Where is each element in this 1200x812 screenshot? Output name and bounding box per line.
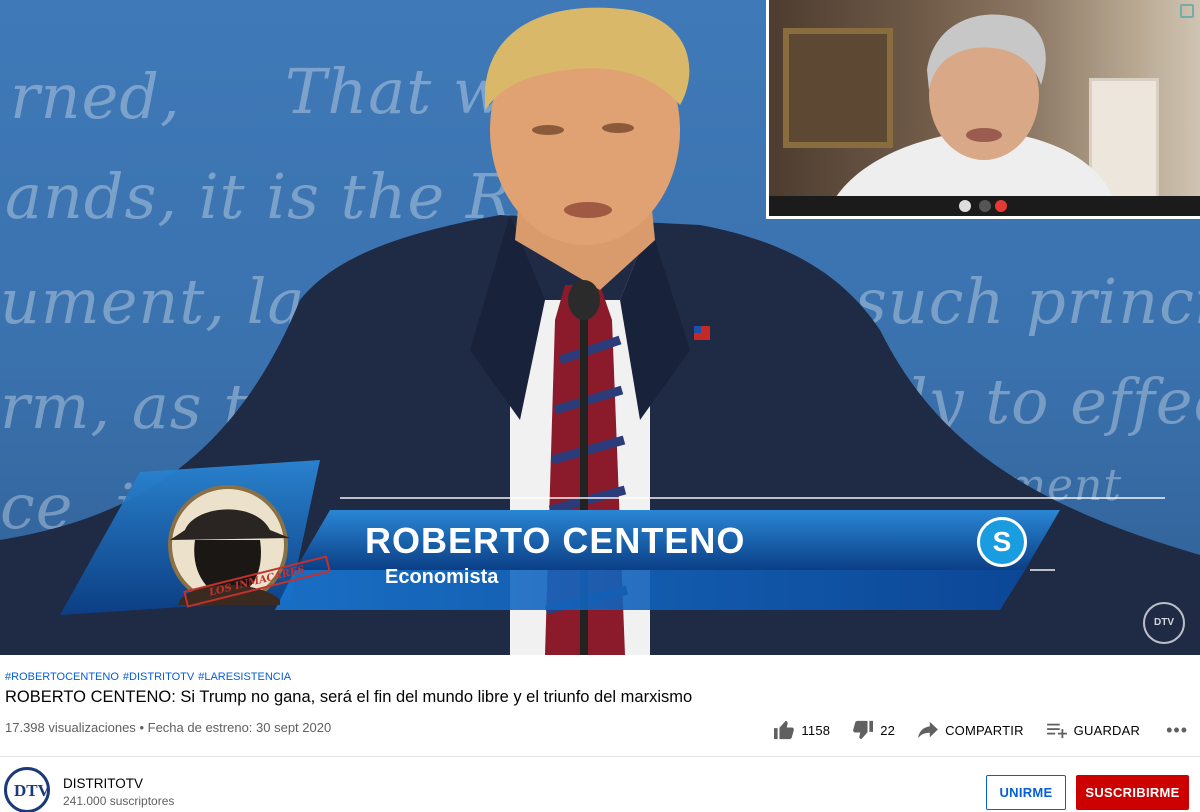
- video-actions: 1158 22 COMPARTIR GUARDAR •••: [751, 716, 1188, 744]
- skype-icon: S: [977, 517, 1027, 567]
- video-player[interactable]: rned, That w ands, it is the Righ ument,…: [0, 0, 1200, 655]
- avatar-text: DTV: [14, 781, 50, 800]
- lower-third-name: ROBERTO CENTENO: [365, 520, 746, 561]
- section-divider: [0, 756, 1200, 757]
- lower-third-role: Economista: [385, 566, 499, 588]
- subscriber-count: 241.000 suscriptores: [63, 794, 175, 808]
- hashtag-link[interactable]: #DISTRITOTV: [123, 671, 194, 683]
- share-label: COMPARTIR: [945, 722, 1024, 738]
- end-call-icon: [995, 200, 1007, 212]
- share-button[interactable]: COMPARTIR: [917, 721, 1024, 739]
- video-title: ROBERTO CENTENO: Si Trump no gana, será …: [5, 688, 693, 706]
- channel-watermark[interactable]: DTV: [1143, 602, 1185, 644]
- screen-share-icon: [1180, 4, 1194, 18]
- subscribe-button[interactable]: SUSCRIBIRME: [1076, 775, 1189, 810]
- hashtag-link[interactable]: #LARESISTENCIA: [198, 671, 291, 683]
- video-meta: 17.398 visualizaciones • Fecha de estren…: [5, 720, 331, 735]
- save-button[interactable]: GUARDAR: [1046, 721, 1140, 739]
- dislike-button[interactable]: 22: [852, 720, 895, 740]
- premiere-date: Fecha de estreno: 30 sept 2020: [147, 720, 332, 735]
- share-icon: [918, 721, 938, 739]
- mic-icon: [959, 200, 971, 212]
- hashtag-link[interactable]: #ROBERTOCENTENO: [5, 671, 119, 683]
- like-button[interactable]: 1158: [773, 720, 830, 740]
- join-button[interactable]: UNIRME: [986, 775, 1066, 810]
- channel-name[interactable]: DISTRITOTV: [63, 776, 143, 791]
- video-call-toolbar: [769, 196, 1200, 216]
- playlist-add-icon: [1046, 723, 1067, 739]
- thumbs-up-icon: [774, 720, 795, 740]
- webcam-inset: [766, 0, 1200, 219]
- hashtag-list: #ROBERTOCENTENO #DISTRITOTV #LARESISTENCIA: [5, 671, 295, 683]
- channel-avatar[interactable]: DTV: [4, 767, 50, 812]
- guest-figure: [834, 14, 1114, 200]
- like-count: 1158: [801, 722, 831, 738]
- dislike-count: 22: [880, 722, 896, 738]
- camera-icon: [979, 200, 991, 212]
- save-label: GUARDAR: [1073, 722, 1141, 738]
- more-actions-icon[interactable]: •••: [1166, 720, 1188, 741]
- meta-separator: •: [139, 720, 144, 735]
- view-count: 17.398 visualizaciones: [5, 720, 136, 735]
- thumbs-down-icon: [853, 720, 874, 740]
